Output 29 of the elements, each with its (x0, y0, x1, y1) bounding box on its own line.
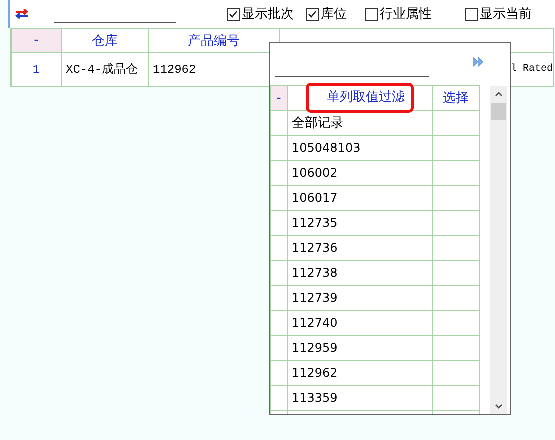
table-cell: XC-4-成品仓 (66, 63, 138, 77)
table-cell: 1 (32, 62, 40, 76)
filter-value[interactable]: 113359 (292, 391, 338, 405)
filter-value[interactable]: 112959 (292, 341, 338, 355)
swap-arrows-icon[interactable] (15, 9, 29, 19)
filter-value[interactable]: 112962 (292, 366, 338, 380)
filter-value[interactable]: 106017 (292, 191, 338, 205)
checkmark-icon (308, 10, 317, 18)
scrollbar-thumb[interactable] (491, 103, 506, 120)
column-header[interactable]: - (34, 33, 39, 48)
chevron-up-icon[interactable] (494, 92, 502, 97)
double-chevron-icon[interactable] (473, 57, 485, 67)
filter-value[interactable]: 112735 (292, 216, 338, 230)
checkbox[interactable]: 库位 (306, 5, 347, 23)
filter-value[interactable]: 112739 (292, 291, 338, 305)
scrollbar[interactable] (490, 86, 507, 414)
checkmark-icon (229, 10, 238, 18)
checkbox[interactable]: 显示批次 (227, 5, 294, 23)
filter-value[interactable]: 112736 (292, 241, 338, 255)
table-cell: 112962 (153, 62, 196, 76)
chevron-down-icon[interactable] (494, 404, 502, 409)
column-header[interactable]: 仓库 (92, 34, 118, 48)
checkbox[interactable]: 行业属性 (365, 5, 432, 23)
filter-value[interactable]: 112740 (292, 316, 338, 330)
table-cell: l Rated (510, 64, 552, 75)
checkbox[interactable]: 显示当前 (465, 5, 532, 23)
filter-value[interactable]: 106002 (292, 166, 338, 180)
column-header[interactable]: - (276, 90, 282, 106)
filter-value[interactable]: 112738 (292, 266, 338, 280)
